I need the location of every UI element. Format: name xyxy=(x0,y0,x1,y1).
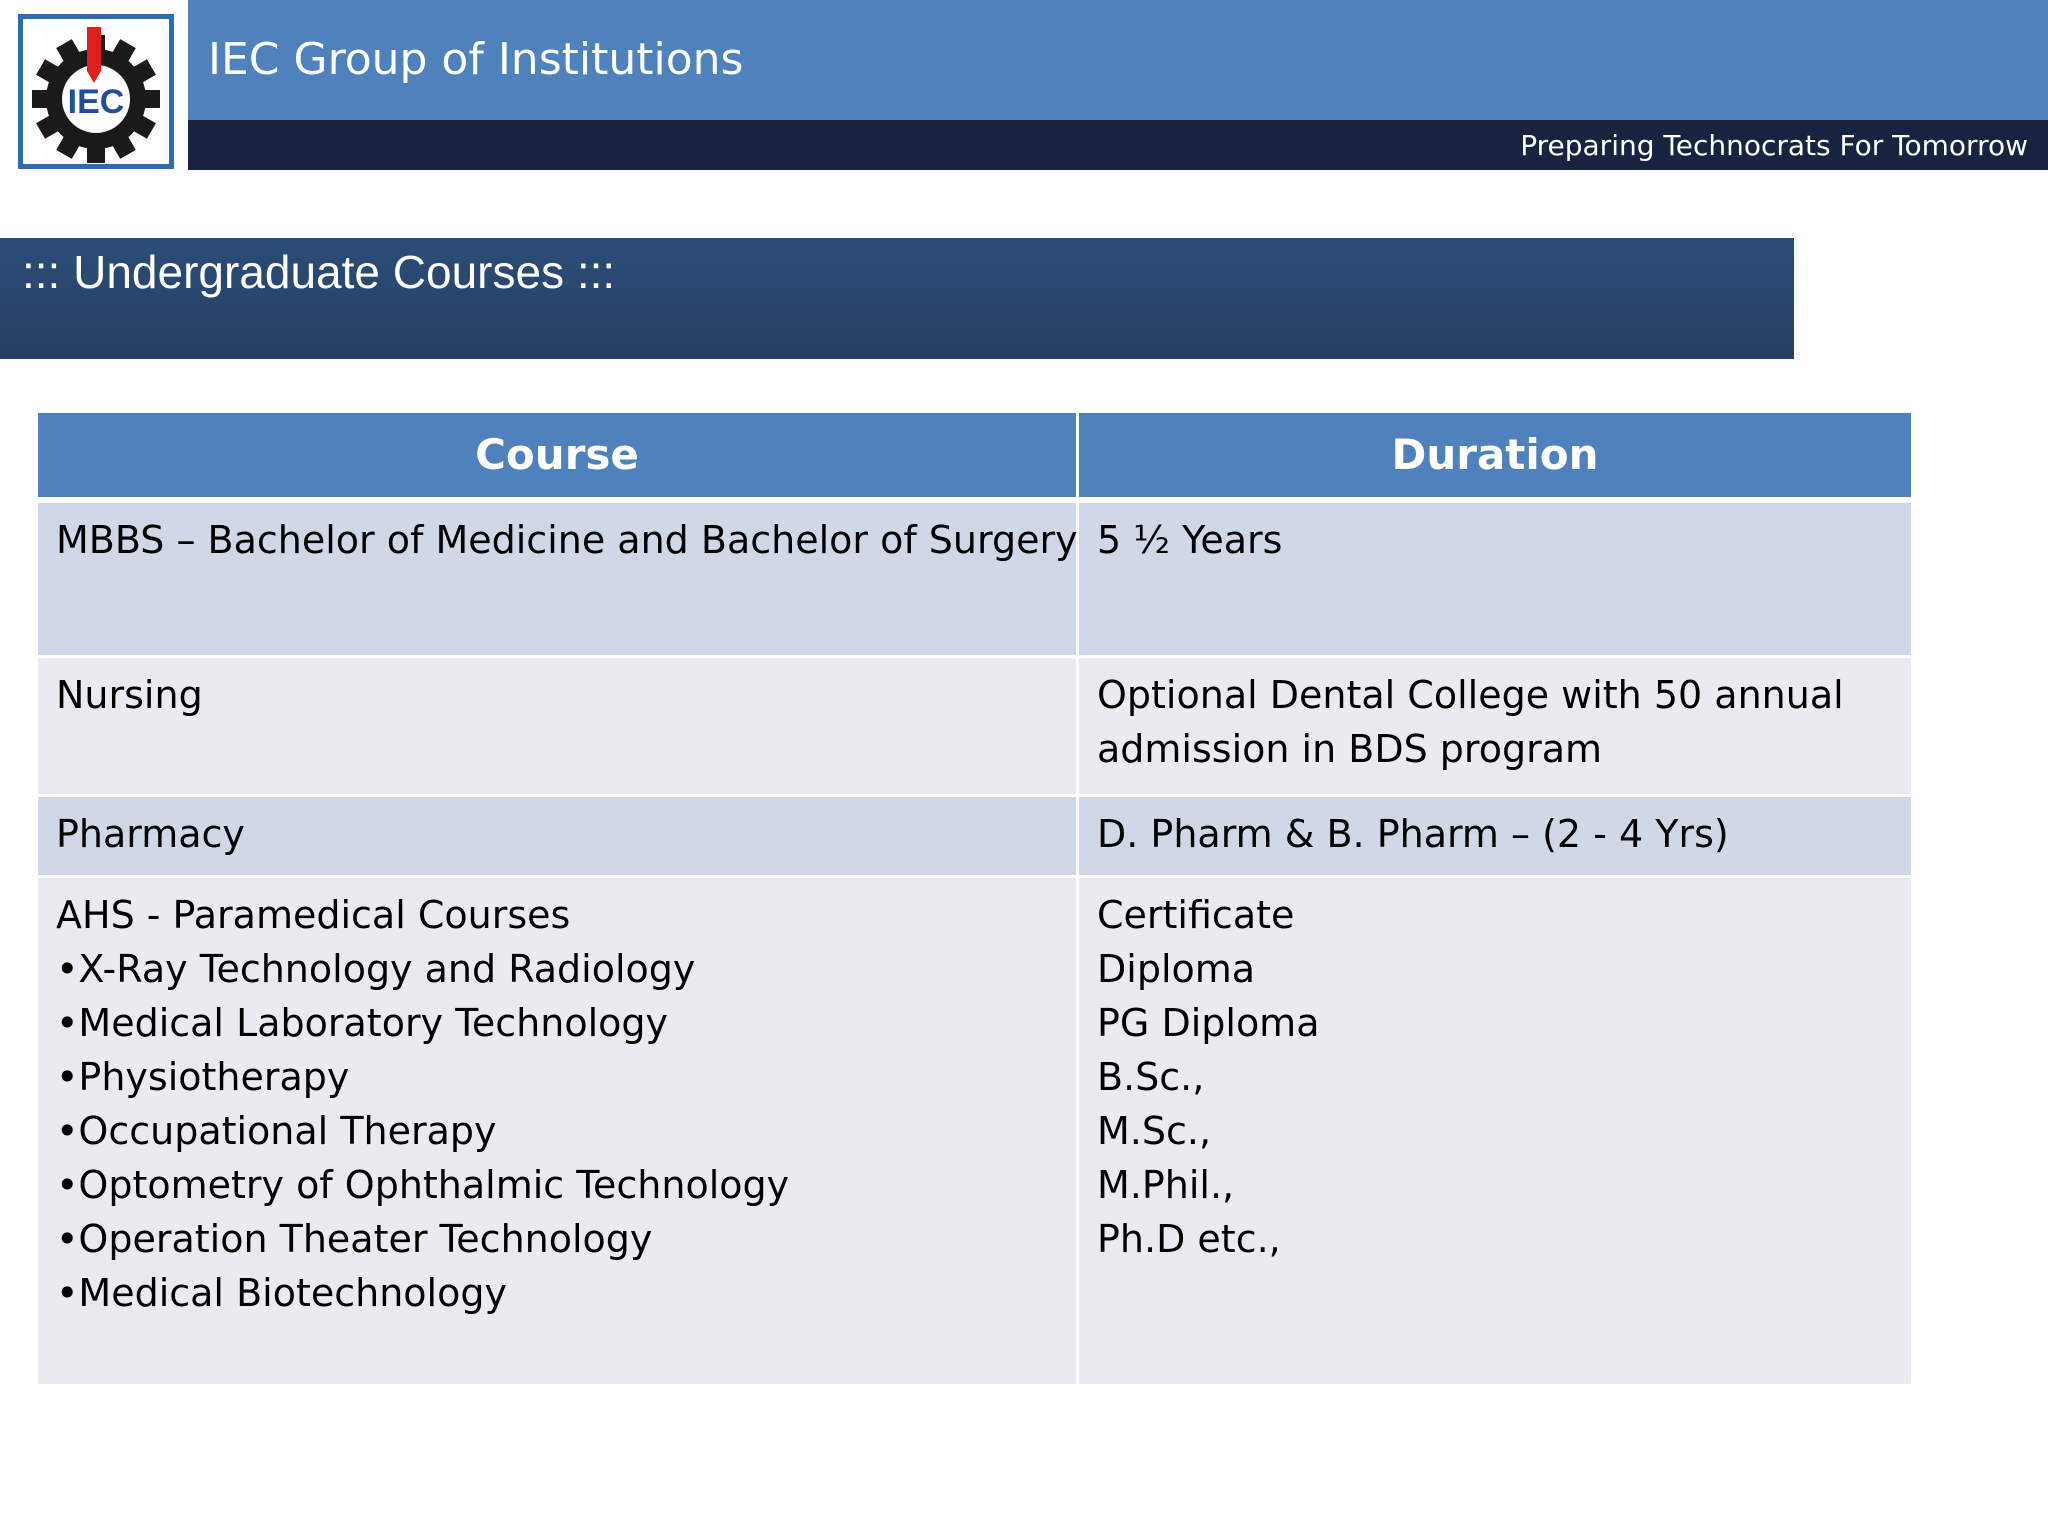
course-line: •Physiotherapy xyxy=(56,1055,350,1099)
duration-line: B.Sc., xyxy=(1097,1055,1205,1099)
gear-icon: IEC xyxy=(32,27,160,163)
course-line: Nursing xyxy=(56,673,203,717)
course-cell: Pharmacy xyxy=(35,794,1079,878)
duration-cell: Certificate Diploma PG Diploma B.Sc., M.Sc.,… xyxy=(1076,875,1914,1387)
course-cell: MBBS – Bachelor of Medicine and Bachelor… xyxy=(35,498,1079,658)
table-row: Nursing Optional Dental College with 50 a… xyxy=(35,655,1914,797)
course-line: •Optometry of Ophthalmic Technology xyxy=(56,1163,790,1207)
course-line: •Medical Biotechnology xyxy=(56,1271,507,1315)
duration-line: PG Diploma xyxy=(1097,1001,1320,1045)
column-header-duration: Duration xyxy=(1076,410,1914,503)
duration-line: Certificate xyxy=(1097,893,1295,937)
courses-table: Course Duration MBBS – Bachelor of Medic… xyxy=(35,410,1914,1387)
duration-cell: D. Pharm & B. Pharm – (2 - 4 Yrs) xyxy=(1076,794,1914,878)
course-line: •Occupational Therapy xyxy=(56,1109,497,1153)
institution-logo: IEC xyxy=(18,14,174,169)
section-title: ::: Undergraduate Courses ::: xyxy=(22,246,616,298)
duration-cell: Optional Dental College with 50 annual ad… xyxy=(1076,655,1914,797)
duration-line: M.Sc., xyxy=(1097,1109,1212,1153)
course-line: AHS - Paramedical Courses xyxy=(56,893,571,937)
duration-line: Optional Dental College with 50 annual xyxy=(1097,673,1844,717)
course-cell: AHS - Paramedical Courses •X-Ray Technolo… xyxy=(35,875,1079,1387)
pencil-accent xyxy=(87,27,101,71)
table-row: AHS - Paramedical Courses •X-Ray Technolo… xyxy=(35,875,1914,1387)
table-row: Pharmacy D. Pharm & B. Pharm – (2 - 4 Yrs… xyxy=(35,794,1914,878)
duration-line: admission in BDS program xyxy=(1097,727,1603,771)
duration-cell: 5 ½ Years xyxy=(1076,498,1914,658)
course-line: Pharmacy xyxy=(56,812,245,856)
duration-line: Ph.D etc., xyxy=(1097,1217,1281,1261)
org-title: IEC Group of Institutions xyxy=(208,34,744,85)
table-header-row: Course Duration xyxy=(35,410,1914,503)
column-header-course: Course xyxy=(35,410,1079,503)
duration-line: 5 ½ Years xyxy=(1097,518,1283,562)
duration-line: D. Pharm & B. Pharm – (2 - 4 Yrs) xyxy=(1097,812,1729,856)
logo-text: IEC xyxy=(68,83,125,121)
course-line: •Operation Theater Technology xyxy=(56,1217,653,1261)
table-row: MBBS – Bachelor of Medicine and Bachelor… xyxy=(35,498,1914,658)
course-line: •Medical Laboratory Technology xyxy=(56,1001,669,1045)
tagline: Preparing Technocrats For Tomorrow xyxy=(1520,129,2028,162)
duration-line: Diploma xyxy=(1097,947,1256,991)
duration-line: M.Phil., xyxy=(1097,1163,1235,1207)
course-line: •X-Ray Technology and Radiology xyxy=(56,947,696,991)
course-cell: Nursing xyxy=(35,655,1079,797)
course-line: MBBS – Bachelor of Medicine and Bachelor… xyxy=(56,518,1078,562)
